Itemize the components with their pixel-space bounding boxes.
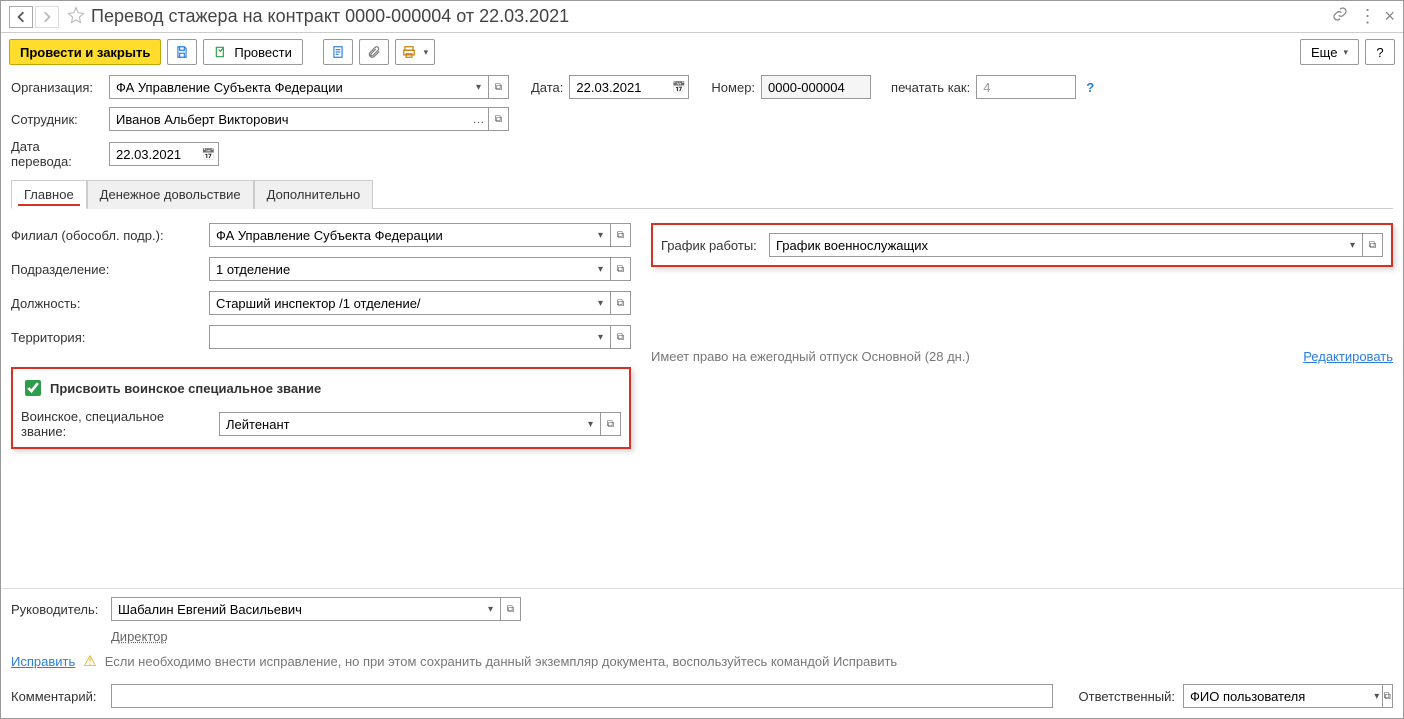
dept-dropdown-icon[interactable] [591,257,611,281]
responsible-open-icon[interactable] [1383,684,1394,708]
print-as-help-icon[interactable]: ? [1086,80,1094,95]
territory-dropdown-icon[interactable] [591,325,611,349]
dept-input[interactable] [209,257,591,281]
number-input [761,75,871,99]
date-calendar-icon[interactable] [669,75,689,99]
manager-input[interactable] [111,597,481,621]
assign-rank-label: Присвоить воинское специальное звание [50,381,321,396]
more-button[interactable]: Еще ▾ [1300,39,1359,65]
territory-label: Территория: [11,330,201,345]
branch-input[interactable] [209,223,591,247]
help-button[interactable]: ? [1365,39,1395,65]
territory-open-icon[interactable] [611,325,631,349]
rank-label: Воинское, специальное звание: [21,409,211,439]
manager-label: Руководитель: [11,602,103,617]
employee-open-icon[interactable] [489,107,509,131]
nav-back-button[interactable] [9,6,33,28]
org-dropdown-icon[interactable] [469,75,489,99]
comment-label: Комментарий: [11,689,103,704]
employee-select-icon[interactable] [469,107,489,131]
position-label: Должность: [11,296,201,311]
responsible-dropdown-icon[interactable] [1372,684,1383,708]
schedule-input[interactable] [769,233,1343,257]
attach-button[interactable] [359,39,389,65]
favorite-star-icon[interactable] [67,6,85,27]
post-button[interactable]: Провести [203,39,303,65]
dept-label: Подразделение: [11,262,201,277]
warning-icon: ⚠ [83,652,96,670]
position-input[interactable] [209,291,591,315]
save-button[interactable] [167,39,197,65]
print-as-input[interactable] [976,75,1076,99]
territory-input[interactable] [209,325,591,349]
org-input[interactable] [109,75,469,99]
date-label: Дата: [531,80,563,95]
responsible-label: Ответственный: [1079,689,1175,704]
branch-dropdown-icon[interactable] [591,223,611,247]
assign-rank-highlight: Присвоить воинское специальное звание Во… [11,367,631,449]
schedule-highlight: График работы: [651,223,1393,267]
fix-link[interactable]: Исправить [11,654,75,669]
position-open-icon[interactable] [611,291,631,315]
rank-dropdown-icon[interactable] [581,412,601,436]
branch-open-icon[interactable] [611,223,631,247]
comment-input[interactable] [111,684,1053,708]
employee-input[interactable] [109,107,469,131]
edit-vacation-link[interactable]: Редактировать [1303,349,1393,364]
schedule-open-icon[interactable] [1363,233,1383,257]
link-icon[interactable] [1332,6,1348,27]
tab-bar: Главное Денежное довольствие Дополнитель… [11,179,1393,209]
rank-input[interactable] [219,412,581,436]
tab-main[interactable]: Главное [11,180,87,209]
rank-open-icon[interactable] [601,412,621,436]
org-open-icon[interactable] [489,75,509,99]
nav-forward-button[interactable] [35,6,59,28]
date-input[interactable] [569,75,669,99]
tab-allowance[interactable]: Денежное довольствие [87,180,254,209]
manager-open-icon[interactable] [501,597,521,621]
document-button[interactable] [323,39,353,65]
schedule-dropdown-icon[interactable] [1343,233,1363,257]
window-title: Перевод стажера на контракт 0000-000004 … [91,6,1332,27]
manager-position-link[interactable]: Директор [111,629,168,644]
transfer-date-calendar-icon[interactable] [199,142,219,166]
print-dropdown-button[interactable]: ▾ [395,39,435,65]
responsible-input[interactable] [1183,684,1372,708]
vacation-text: Имеет право на ежегодный отпуск Основной… [651,349,970,364]
dept-open-icon[interactable] [611,257,631,281]
tab-additional[interactable]: Дополнительно [254,180,374,209]
transfer-date-input[interactable] [109,142,199,166]
employee-label: Сотрудник: [11,112,103,127]
position-dropdown-icon[interactable] [591,291,611,315]
close-icon[interactable]: × [1384,6,1395,27]
org-label: Организация: [11,80,103,95]
transfer-date-label: Дата перевода: [11,139,103,169]
assign-rank-checkbox[interactable] [25,380,41,396]
print-as-label: печатать как: [891,80,970,95]
schedule-label: График работы: [661,238,761,253]
kebab-menu-icon[interactable]: ⋮ [1358,6,1374,27]
number-label: Номер: [711,80,755,95]
branch-label: Филиал (обособл. подр.): [11,228,201,243]
manager-dropdown-icon[interactable] [481,597,501,621]
fix-note: Если необходимо внести исправление, но п… [105,654,897,669]
post-and-close-button[interactable]: Провести и закрыть [9,39,161,65]
